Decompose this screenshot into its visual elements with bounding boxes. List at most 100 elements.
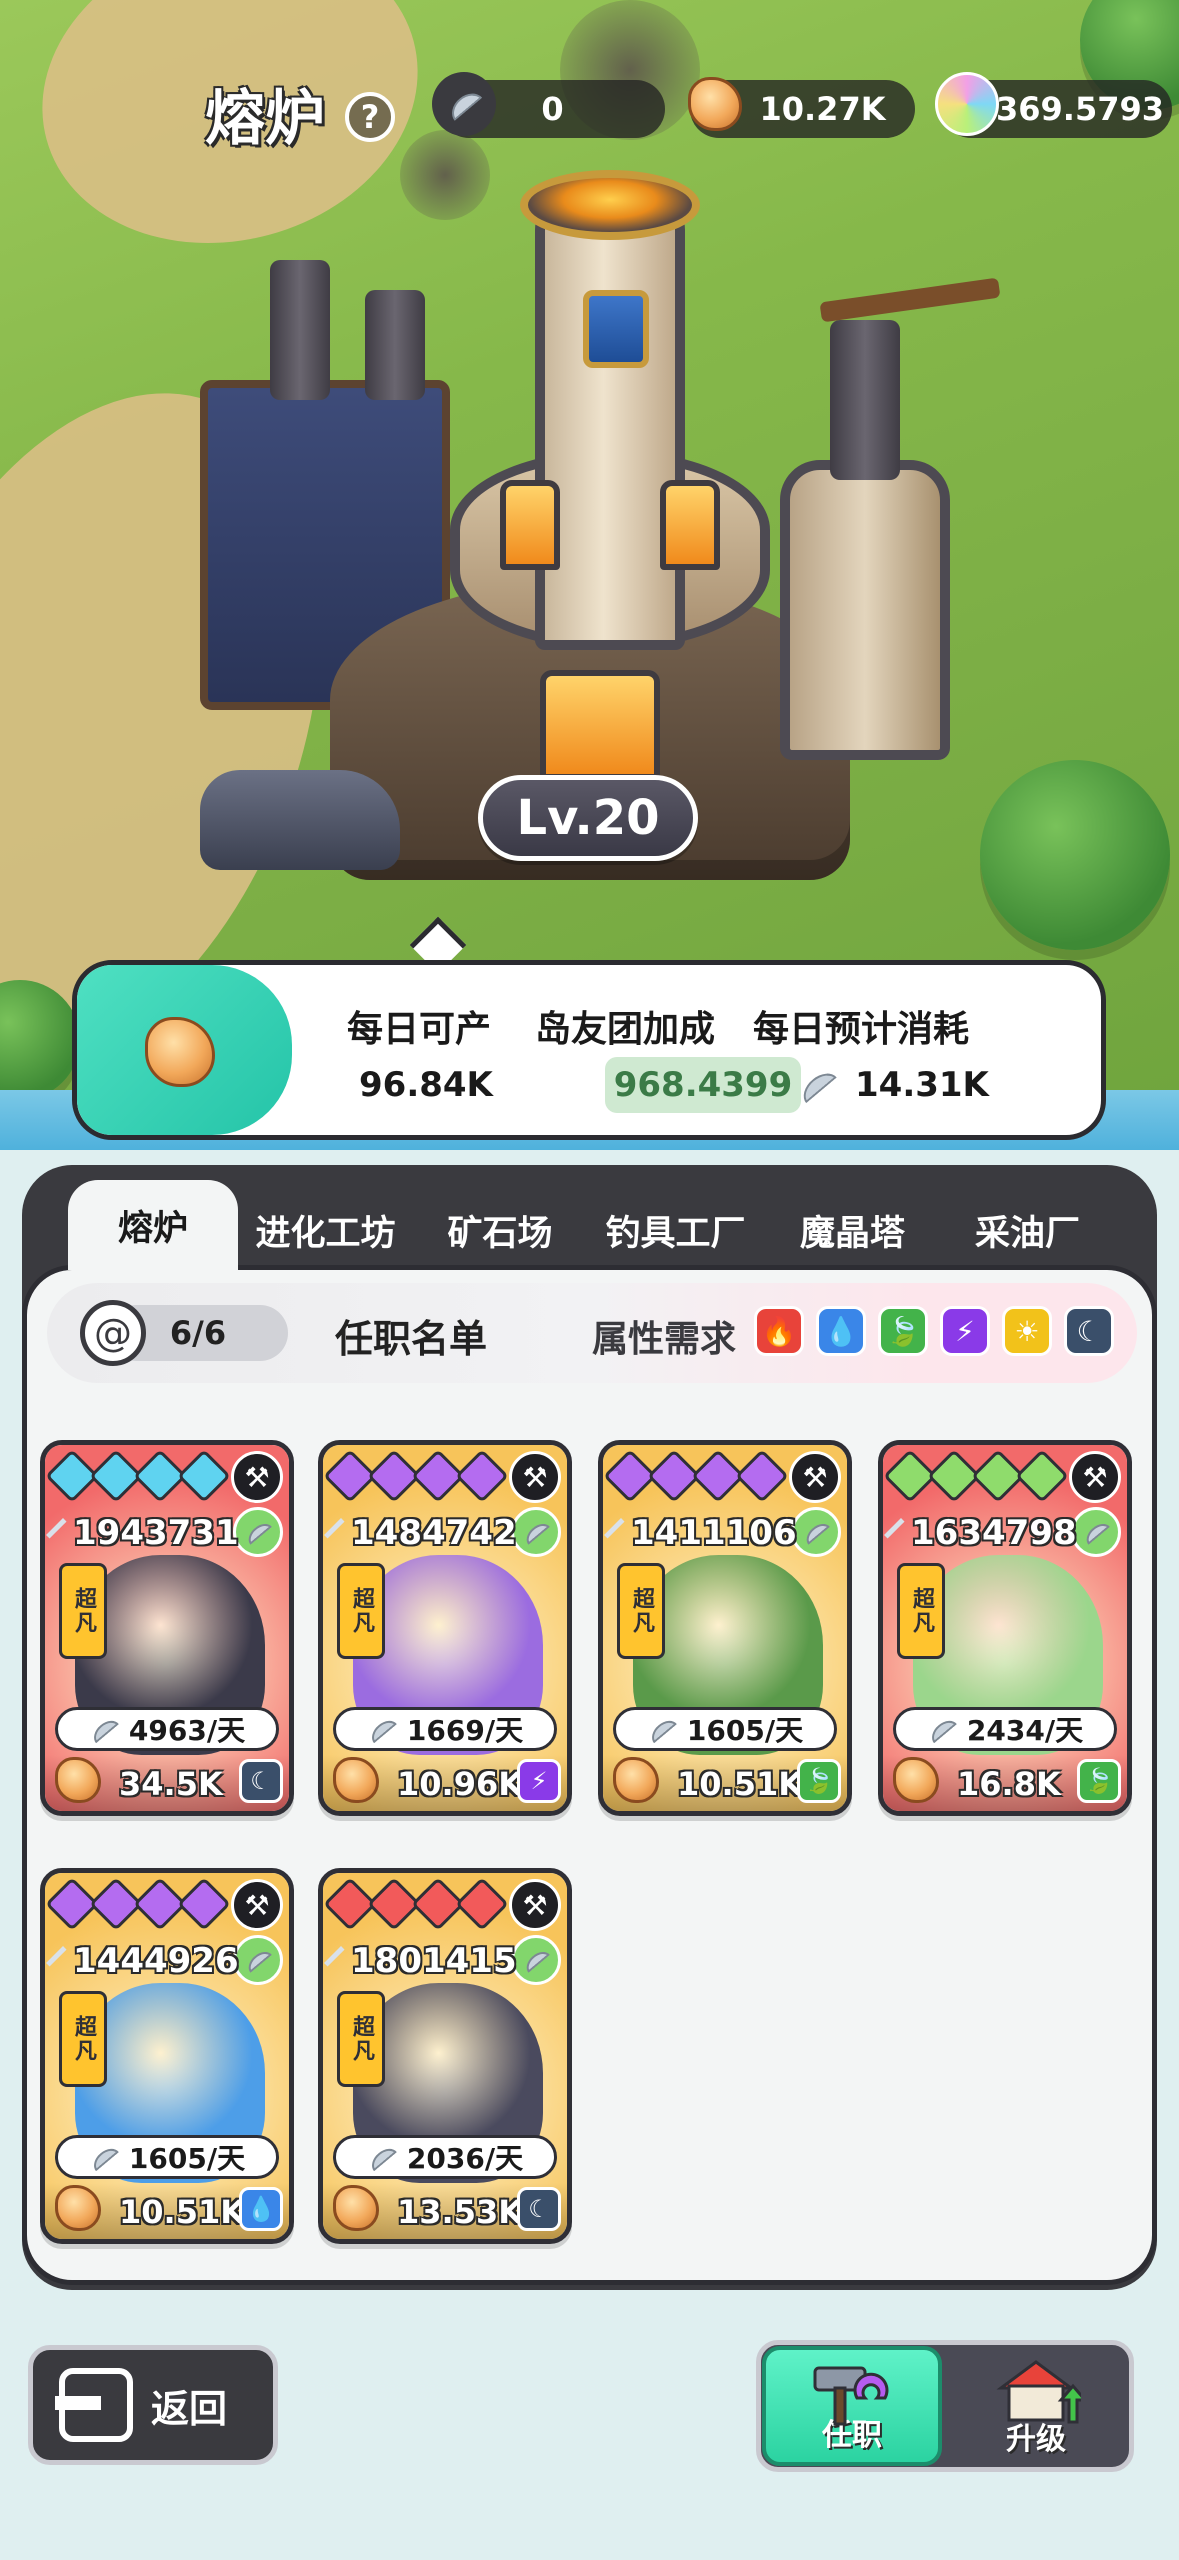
element-attribute-icon: 💧	[239, 2187, 283, 2231]
tab-furnace[interactable]: 熔炉	[68, 1180, 238, 1270]
element-requirement-label: 属性需求	[592, 1319, 737, 1360]
water-element-icon[interactable]: 💧	[816, 1306, 866, 1356]
assign-button[interactable]: 任职	[762, 2346, 942, 2466]
hammer-icon: ⚒	[509, 1879, 561, 1931]
tab-oil-plant[interactable]: 采油厂	[945, 1195, 1110, 1265]
daily-cost-value: 14.31K	[855, 1065, 989, 1105]
gem-count: 369.5793	[995, 90, 1164, 128]
rarity-badge: 超凡	[617, 1563, 665, 1659]
hero-power: 1801415	[351, 1941, 517, 1981]
feather-icon	[797, 1066, 837, 1104]
rarity-badge: 超凡	[337, 1991, 385, 2087]
hammer-icon: ⚒	[509, 1451, 561, 1503]
ore-yield: 10.51K	[119, 2193, 246, 2231]
star-icon	[177, 1877, 231, 1931]
star-icon	[735, 1449, 789, 1503]
star-rating	[45, 1877, 231, 1931]
hero-power: 1943731	[73, 1513, 239, 1553]
feather-badge-icon	[511, 1935, 561, 1985]
hero-card[interactable]: ⚒ 1943731 超凡 4963/天 34.5K ☾	[40, 1440, 294, 1816]
daily-cost-label: 每日预计消耗	[753, 1009, 970, 1050]
feather-count: 0	[541, 90, 564, 128]
element-attribute-icon: 🍃	[1077, 1759, 1121, 1803]
hero-card[interactable]: ⚒ 1801415 超凡 2036/天 13.53K ☾	[318, 1868, 572, 2244]
tab-evolution-workshop[interactable]: 进化工坊	[238, 1195, 413, 1265]
ore-icon	[145, 1017, 215, 1087]
tab-ore-field[interactable]: 矿石场	[420, 1195, 580, 1265]
rarity-badge: 超凡	[59, 1563, 107, 1659]
feather-icon	[88, 1715, 119, 1743]
team-bonus-value: 968.4399	[605, 1057, 801, 1113]
daily-output-value: 96.84K	[359, 1065, 493, 1105]
feather-icon	[366, 1715, 397, 1743]
feather-icon	[432, 72, 496, 136]
element-attribute-icon: ☾	[517, 2187, 561, 2231]
sun-element-icon[interactable]: ☀	[1002, 1306, 1052, 1356]
feather-badge-icon	[233, 1935, 283, 1985]
hammer-icon: ⚒	[789, 1451, 841, 1503]
ore-count: 10.27K	[759, 90, 886, 128]
ore-yield: 34.5K	[119, 1765, 223, 1803]
production-rate: 2036/天	[333, 2135, 557, 2179]
ore-yield: 13.53K	[397, 2193, 524, 2231]
feather-icon	[88, 2143, 119, 2171]
rarity-badge: 超凡	[337, 1563, 385, 1659]
star-rating	[883, 1449, 1069, 1503]
star-icon	[455, 1877, 509, 1931]
ore-yield: 16.8K	[957, 1765, 1061, 1803]
hero-card[interactable]: ⚒ 1634798 超凡 2434/天 16.8K 🍃	[878, 1440, 1132, 1816]
star-rating	[603, 1449, 789, 1503]
feather-icon	[926, 1715, 957, 1743]
feather-badge-icon	[1071, 1507, 1121, 1557]
fire-element-icon[interactable]: 🔥	[754, 1306, 804, 1356]
hero-power: 1484742	[351, 1513, 517, 1553]
tab-crystal-tower[interactable]: 魔晶塔	[770, 1195, 935, 1265]
moon-element-icon[interactable]: ☾	[1064, 1306, 1114, 1356]
production-rate: 2434/天	[893, 1707, 1117, 1751]
ore-icon	[683, 72, 747, 136]
ore-badge	[77, 965, 292, 1135]
feather-icon	[366, 2143, 397, 2171]
exit-icon	[55, 2368, 133, 2442]
tab-tackle-factory[interactable]: 钓具工厂	[588, 1195, 763, 1265]
team-bonus-label: 岛友团加成	[535, 1009, 716, 1050]
rate-value: 1605/天	[128, 2142, 246, 2175]
ore-yield: 10.51K	[677, 1765, 804, 1803]
feather-badge-icon	[511, 1507, 561, 1557]
rarity-badge: 超凡	[897, 1563, 945, 1659]
upgrade-button[interactable]: 升级	[946, 2346, 1126, 2466]
star-icon	[177, 1449, 231, 1503]
hero-card[interactable]: ⚒ 1411106 超凡 1605/天 10.51K 🍃	[598, 1440, 852, 1816]
leaf-element-icon[interactable]: 🍃	[878, 1306, 928, 1356]
back-button[interactable]: 返回	[28, 2345, 278, 2465]
roster-title: 任职名单	[335, 1317, 488, 1361]
element-attribute-icon: ⚡	[517, 1759, 561, 1803]
hero-card[interactable]: ⚒ 1444926 超凡 1605/天 10.51K 💧	[40, 1868, 294, 2244]
building-level-badge: Lv.20	[478, 775, 698, 861]
hero-card[interactable]: ⚒ 1484742 超凡 1669/天 10.96K ⚡	[318, 1440, 572, 1816]
star-rating	[323, 1449, 509, 1503]
production-rate: 1605/天	[613, 1707, 837, 1751]
back-label: 返回	[151, 2386, 228, 2431]
hammer-magnet-icon	[813, 2366, 889, 2426]
rate-value: 4963/天	[128, 1714, 246, 1747]
gem-icon	[935, 72, 999, 136]
star-rating	[45, 1449, 231, 1503]
rarity-badge: 超凡	[59, 1991, 107, 2087]
lightning-element-icon[interactable]: ⚡	[940, 1306, 990, 1356]
hammer-icon: ⚒	[231, 1451, 283, 1503]
rate-value: 2434/天	[966, 1714, 1084, 1747]
production-info-panel: 每日可产 96.84K 岛友团加成 968.4399 每日预计消耗 14.31K	[72, 960, 1106, 1140]
production-rate: 1669/天	[333, 1707, 557, 1751]
spiral-shell-icon: @	[80, 1300, 146, 1366]
help-button[interactable]: ?	[345, 92, 395, 142]
daily-output-label: 每日可产	[347, 1009, 492, 1050]
element-attribute-icon: ☾	[239, 1759, 283, 1803]
page-title: 熔炉	[205, 84, 325, 154]
rate-value: 1669/天	[406, 1714, 524, 1747]
house-upgrade-icon	[996, 2360, 1081, 2424]
production-rate: 4963/天	[55, 1707, 279, 1751]
feather-icon	[646, 1715, 677, 1743]
star-icon	[1015, 1449, 1069, 1503]
feather-badge-icon	[791, 1507, 841, 1557]
